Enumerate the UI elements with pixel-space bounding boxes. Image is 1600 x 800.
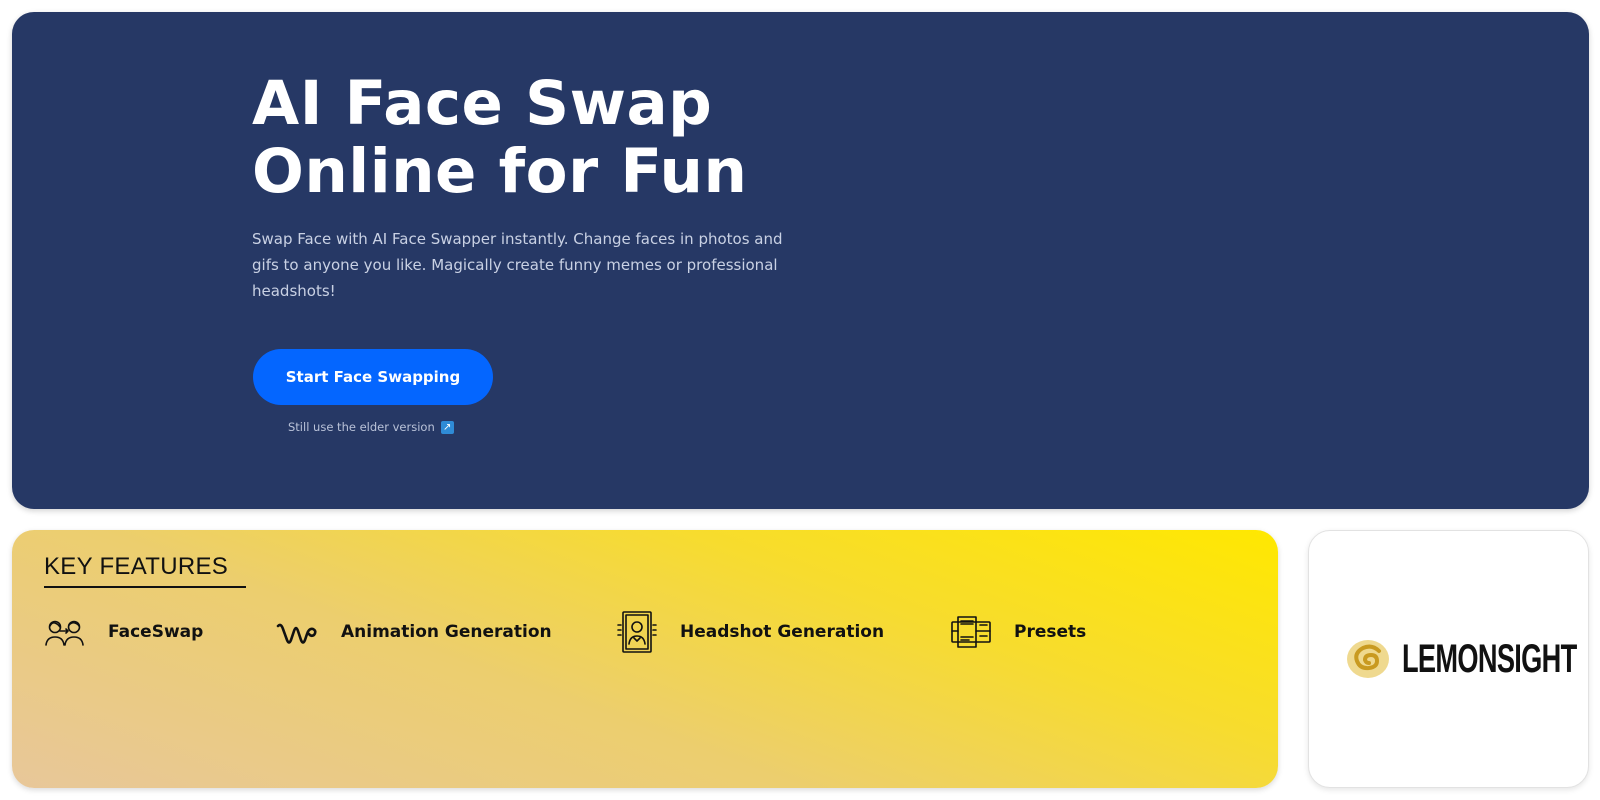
feature-presets[interactable]: Presets	[950, 612, 1086, 652]
hero-title-line-2: Online for Fun	[252, 136, 748, 207]
feature-headshot-generation-label: Headshot Generation	[680, 622, 885, 642]
partner-name: LEMONSIGHT	[1401, 636, 1577, 681]
face-swap-icon	[45, 620, 84, 646]
elder-version-label: Still use the elder version	[288, 420, 435, 434]
feature-headshot-generation[interactable]: Headshot Generation	[616, 611, 885, 653]
feature-animation-generation-label: Animation Generation	[341, 622, 552, 642]
headshot-icon	[617, 611, 657, 653]
hero-title: AI Face Swap Online for Fun	[252, 70, 747, 206]
feature-presets-label: Presets	[1014, 622, 1087, 642]
animation-icon	[276, 623, 317, 644]
start-face-swapping-button[interactable]: Start Face Swapping	[253, 349, 493, 405]
partner-logo-card[interactable]: LEMONSIGHT	[1308, 530, 1589, 788]
hero-subtitle: Swap Face with AI Face Swapper instantly…	[252, 230, 783, 300]
key-features-heading: KEY FEATURES	[44, 552, 246, 588]
key-features-panel: KEY FEATURES FaceSwap Animation Generati…	[12, 530, 1278, 788]
external-link-icon: ↗	[440, 420, 454, 434]
hero-banner: AI Face Swap Online for Fun Swap Face wi…	[12, 12, 1589, 509]
feature-animation-generation[interactable]: Animation Generation	[275, 612, 552, 652]
presets-icon	[951, 616, 991, 648]
feature-faceswap-label: FaceSwap	[108, 622, 204, 642]
hero-title-line-1: AI Face Swap	[252, 68, 713, 139]
lemonsight-logo-icon	[1346, 640, 1389, 678]
feature-faceswap[interactable]: FaceSwap	[44, 612, 203, 652]
elder-version-link[interactable]: Still use the elder version ↗	[288, 420, 454, 434]
